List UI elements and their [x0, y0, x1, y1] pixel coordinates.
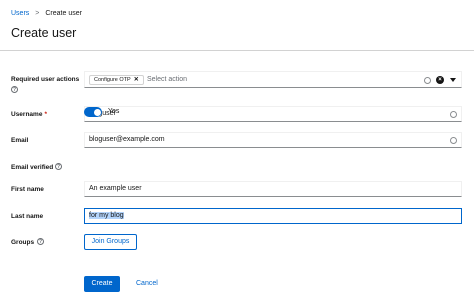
- create-button[interactable]: Create: [84, 276, 120, 292]
- groups-label: Groups: [11, 239, 35, 246]
- page-title: Create user: [11, 26, 77, 40]
- chip-configure-otp: Configure OTP ✕: [89, 75, 144, 85]
- caret-down-icon[interactable]: [450, 78, 456, 82]
- help-icon[interactable]: ?: [55, 163, 62, 170]
- last-name-label: Last name: [11, 213, 44, 220]
- chip-label: Configure OTP: [94, 77, 131, 83]
- required-actions-label: Required user actions: [11, 76, 80, 83]
- first-name-label: First name: [11, 186, 44, 193]
- username-label: Username *: [11, 111, 47, 118]
- join-groups-button[interactable]: Join Groups: [84, 234, 137, 250]
- email-verified-toggle[interactable]: [84, 107, 102, 117]
- help-icon[interactable]: ?: [11, 86, 18, 93]
- first-name-field[interactable]: An example user: [84, 181, 462, 197]
- help-icon[interactable]: ?: [37, 238, 44, 245]
- email-verified-toggle-label: Yes: [108, 108, 120, 115]
- first-name-value: An example user: [89, 185, 142, 192]
- breadcrumb-current: Create user: [45, 10, 82, 17]
- cancel-button[interactable]: Cancel: [136, 276, 158, 292]
- email-label: Email: [11, 137, 29, 144]
- breadcrumb: Users > Create user: [11, 10, 82, 17]
- required-actions-select[interactable]: Configure OTP ✕ Select action ×: [84, 71, 462, 88]
- email-verified-label: Email verified: [11, 164, 54, 171]
- username-field[interactable]: bloguser: [84, 106, 462, 122]
- clear-icon[interactable]: ×: [436, 76, 444, 84]
- required-marker: *: [44, 111, 47, 118]
- toggle-knob: [93, 108, 101, 116]
- email-value: bloguser@example.com: [89, 136, 165, 143]
- info-icon: [424, 77, 431, 84]
- last-name-value: for my blog: [89, 212, 124, 219]
- breadcrumb-separator-icon: >: [35, 10, 40, 17]
- email-field[interactable]: bloguser@example.com: [84, 132, 462, 148]
- page-header: Users > Create user Create user: [0, 0, 474, 51]
- info-icon: [450, 137, 457, 144]
- close-icon[interactable]: ✕: [134, 76, 139, 84]
- info-icon: [450, 111, 457, 118]
- create-user-form: Required user actions ? Configure OTP ✕ …: [0, 52, 474, 303]
- breadcrumb-users-link[interactable]: Users: [11, 10, 29, 17]
- required-actions-placeholder[interactable]: Select action: [147, 76, 187, 83]
- last-name-field[interactable]: for my blog: [84, 208, 462, 224]
